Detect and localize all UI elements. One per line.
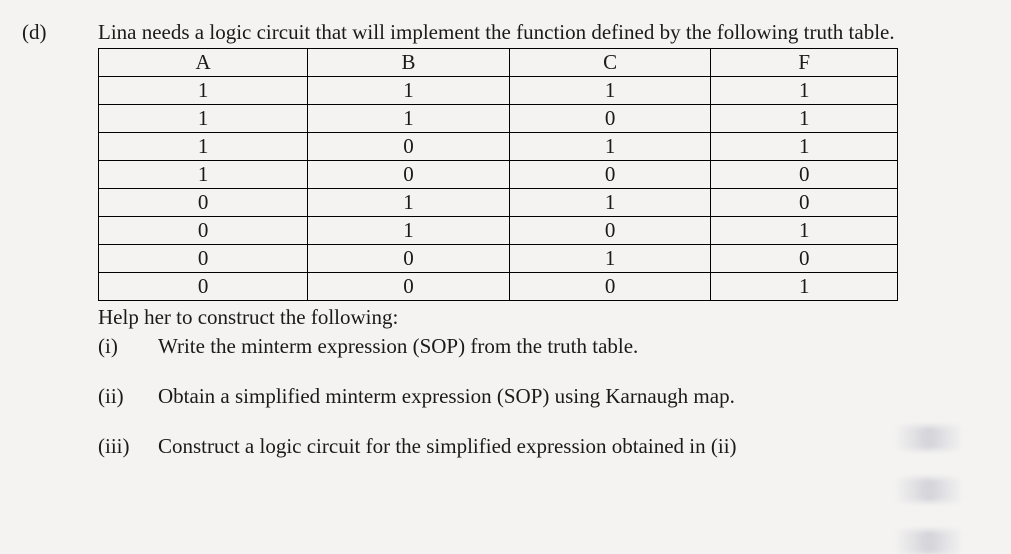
- subpart-label: (iii): [98, 432, 158, 460]
- cell: 0: [509, 161, 711, 189]
- table-row: 0 0 0 1: [99, 273, 898, 301]
- cell: 0: [509, 217, 711, 245]
- col-header: F: [711, 49, 898, 77]
- subpart-text: Obtain a simplified minterm expression (…: [158, 382, 981, 410]
- cell: 1: [308, 217, 510, 245]
- col-header: C: [509, 49, 711, 77]
- cell: 0: [308, 133, 510, 161]
- cell: 1: [99, 161, 308, 189]
- cell: 0: [509, 105, 711, 133]
- cell: 1: [711, 273, 898, 301]
- col-header: B: [308, 49, 510, 77]
- cell: 1: [711, 217, 898, 245]
- cell: 0: [711, 245, 898, 273]
- subpart-text: Construct a logic circuit for the simpli…: [158, 432, 981, 460]
- truth-table: A B C F 1 1 1 1 1 1 0 1: [98, 48, 898, 301]
- cell: 0: [308, 245, 510, 273]
- redaction-smudge: [895, 530, 963, 554]
- subpart-text: Write the minterm expression (SOP) from …: [158, 332, 981, 360]
- subpart-label: (i): [98, 332, 158, 360]
- table-row: 1 0 1 1: [99, 133, 898, 161]
- redaction-smudge: [895, 478, 963, 502]
- cell: 0: [99, 189, 308, 217]
- cell: 1: [509, 245, 711, 273]
- cell: 0: [99, 217, 308, 245]
- table-row: 1 1 1 1: [99, 77, 898, 105]
- cell: 1: [509, 189, 711, 217]
- help-text: Help her to construct the following:: [98, 303, 981, 331]
- table-row: 0 1 0 1: [99, 217, 898, 245]
- redaction-smudge: [895, 426, 963, 450]
- subpart: (ii) Obtain a simplified minterm express…: [98, 382, 981, 410]
- table-row: 0 0 1 0: [99, 245, 898, 273]
- subpart: (iii) Construct a logic circuit for the …: [98, 432, 981, 460]
- cell: 0: [99, 273, 308, 301]
- question-content: Lina needs a logic circuit that will imp…: [98, 18, 981, 461]
- cell: 1: [509, 133, 711, 161]
- subpart-label: (ii): [98, 382, 158, 410]
- cell: 0: [308, 161, 510, 189]
- cell: 1: [711, 133, 898, 161]
- cell: 0: [308, 273, 510, 301]
- question-block: (d) Lina needs a logic circuit that will…: [22, 18, 981, 461]
- cell: 1: [99, 77, 308, 105]
- cell: 1: [711, 77, 898, 105]
- cell: 0: [711, 161, 898, 189]
- cell: 1: [308, 189, 510, 217]
- subpart: (i) Write the minterm expression (SOP) f…: [98, 332, 981, 360]
- intro-text: Lina needs a logic circuit that will imp…: [98, 18, 981, 46]
- col-header: A: [99, 49, 308, 77]
- cell: 0: [99, 245, 308, 273]
- table-row: 1 1 0 1: [99, 105, 898, 133]
- cell: 1: [99, 133, 308, 161]
- part-label: (d): [22, 18, 98, 461]
- cell: 0: [509, 273, 711, 301]
- cell: 1: [308, 105, 510, 133]
- cell: 1: [308, 77, 510, 105]
- cell: 1: [509, 77, 711, 105]
- table-header-row: A B C F: [99, 49, 898, 77]
- table-row: 1 0 0 0: [99, 161, 898, 189]
- cell: 0: [711, 189, 898, 217]
- table-row: 0 1 1 0: [99, 189, 898, 217]
- cell: 1: [711, 105, 898, 133]
- cell: 1: [99, 105, 308, 133]
